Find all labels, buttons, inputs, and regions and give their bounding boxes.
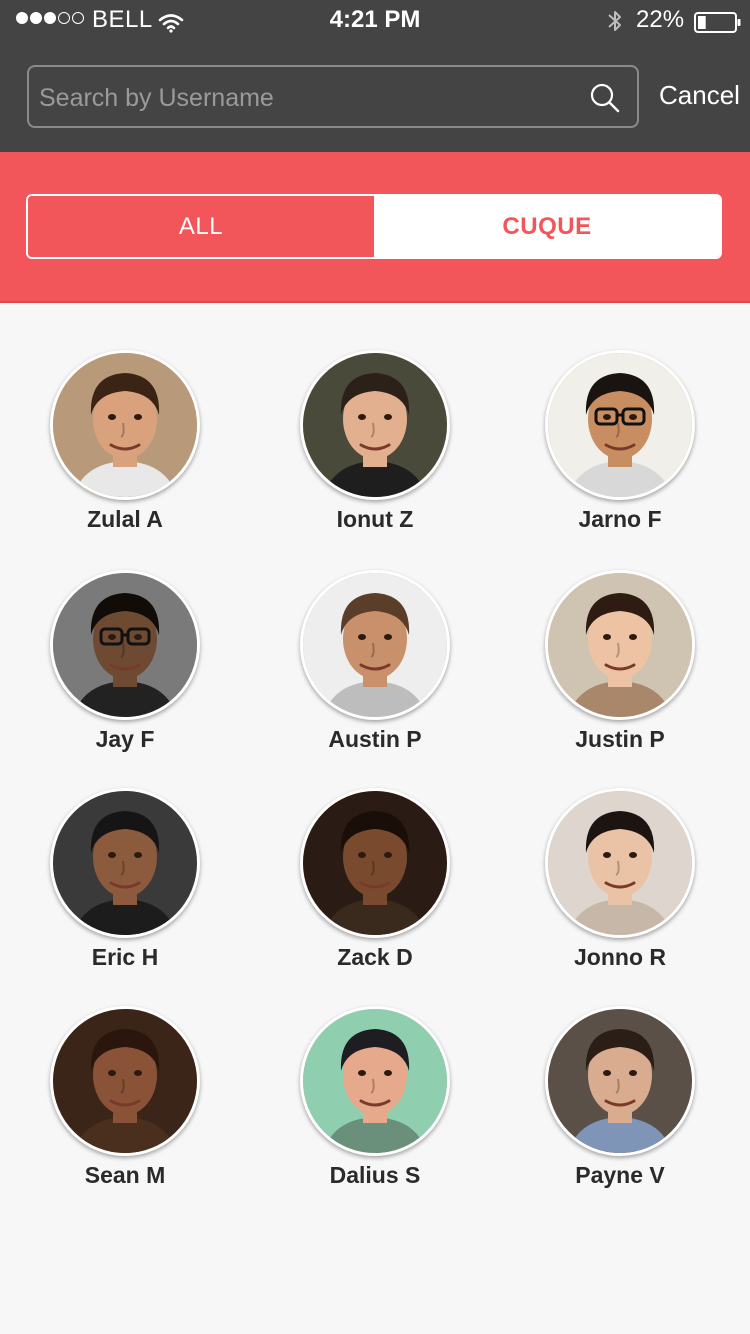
user-name: Eric H	[91, 944, 159, 970]
cancel-button[interactable]: Cancel	[659, 80, 740, 111]
user-card[interactable]: Eric H	[25, 788, 225, 971]
search-icon[interactable]	[589, 82, 621, 119]
search-input[interactable]	[37, 73, 581, 123]
top-header: BELL 4:21 PM 22% Search by Username Canc…	[0, 0, 750, 152]
avatar-photo	[53, 1009, 197, 1153]
user-card[interactable]: Jonno R	[520, 788, 720, 971]
avatar-photo	[53, 573, 197, 717]
bluetooth-icon	[606, 8, 624, 41]
user-avatar[interactable]	[545, 788, 695, 938]
battery-fill	[698, 16, 706, 29]
user-avatar[interactable]	[545, 570, 695, 720]
user-avatar[interactable]	[300, 570, 450, 720]
user-card[interactable]: Austin P	[275, 570, 475, 753]
user-card[interactable]: Justin P	[520, 570, 720, 753]
user-card[interactable]: Ionut Z	[275, 350, 475, 533]
user-avatar[interactable]	[50, 1006, 200, 1156]
battery-icon	[694, 10, 742, 41]
avatar-photo	[53, 791, 197, 935]
user-name: Sean M	[84, 1162, 166, 1188]
user-name: Zulal A	[87, 506, 163, 532]
user-avatar[interactable]	[545, 1006, 695, 1156]
avatar-photo	[548, 791, 692, 935]
user-avatar[interactable]	[300, 350, 450, 500]
avatar-photo	[303, 353, 447, 497]
user-avatar[interactable]	[50, 350, 200, 500]
tab-cuque[interactable]: CUQUE	[374, 196, 720, 257]
user-name: Jonno R	[574, 944, 666, 970]
avatar-photo	[303, 1009, 447, 1153]
filter-segmented-control: ALL CUQUE	[26, 194, 722, 259]
user-card[interactable]: Jay F	[25, 570, 225, 753]
search-box[interactable]	[27, 65, 639, 128]
avatar-photo	[548, 353, 692, 497]
app-screen: BELL 4:21 PM 22% Search by Username Canc…	[0, 0, 750, 1334]
user-card[interactable]: Sean M	[25, 1006, 225, 1189]
user-card[interactable]: Zack D	[275, 788, 475, 971]
user-name: Jarno F	[578, 506, 662, 532]
avatar-photo	[548, 573, 692, 717]
avatar-photo	[548, 1009, 692, 1153]
user-avatar[interactable]	[545, 350, 695, 500]
user-name: Justin P	[575, 726, 665, 752]
user-card[interactable]: Zulal A	[25, 350, 225, 533]
avatar-photo	[303, 791, 447, 935]
avatar-photo	[53, 353, 197, 497]
battery-percent: 22%	[636, 6, 685, 33]
user-name: Payne V	[575, 1162, 665, 1188]
user-avatar[interactable]	[50, 788, 200, 938]
user-name: Austin P	[328, 726, 422, 752]
user-card[interactable]: Payne V	[520, 1006, 720, 1189]
user-card[interactable]: Jarno F	[520, 350, 720, 533]
filter-band: ALL CUQUE	[0, 152, 750, 303]
avatar-photo	[303, 573, 447, 717]
user-name: Dalius S	[329, 1162, 421, 1188]
user-avatar[interactable]	[300, 788, 450, 938]
tab-all[interactable]: ALL	[28, 196, 374, 257]
user-name: Zack D	[337, 944, 413, 970]
user-card[interactable]: Dalius S	[275, 1006, 475, 1189]
user-avatar[interactable]	[50, 570, 200, 720]
user-name: Jay F	[95, 726, 155, 752]
user-name: Ionut Z	[336, 506, 414, 532]
status-bar: BELL 4:21 PM 22%	[0, 0, 750, 40]
user-avatar[interactable]	[300, 1006, 450, 1156]
